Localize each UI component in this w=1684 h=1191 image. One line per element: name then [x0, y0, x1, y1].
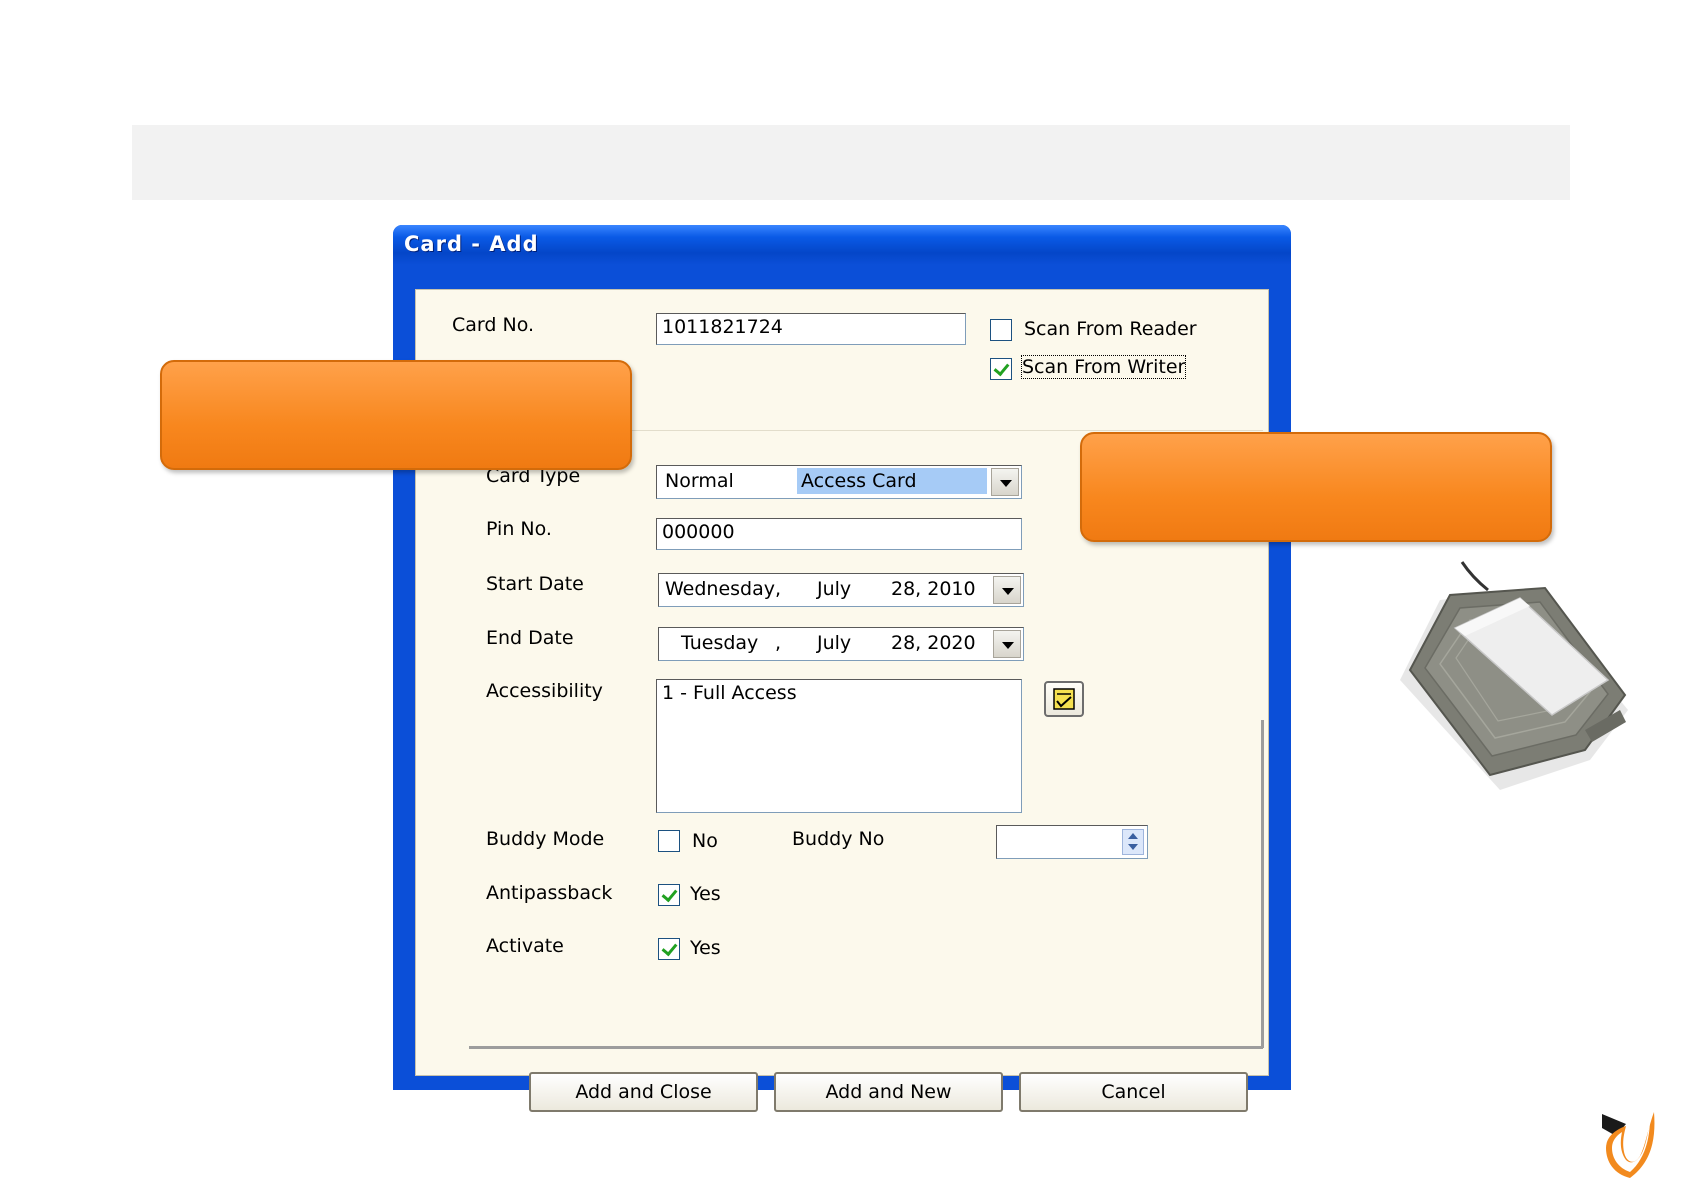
buddy-mode-value: No: [692, 830, 718, 852]
spinner-icon[interactable]: [1122, 829, 1144, 855]
scan-from-reader-label: Scan From Reader: [1024, 318, 1197, 340]
card-add-dialog: Card - Add Card No. 1011821724 Scan From…: [393, 225, 1291, 1112]
title-bar[interactable]: Card - Add: [393, 225, 1291, 265]
end-date-date: 28, 2020: [891, 632, 976, 654]
end-date-label: End Date: [486, 627, 574, 649]
scan-from-writer-checkbox[interactable]: [990, 358, 1012, 380]
buddy-mode-label: Buddy Mode: [486, 828, 605, 850]
start-date-day: Wednesday,: [665, 578, 782, 600]
end-date-comma: ,: [775, 632, 782, 654]
card-no-input[interactable]: 1011821724: [656, 313, 966, 345]
card-no-label: Card No.: [452, 314, 535, 336]
card-reader-device: [1400, 561, 1628, 790]
scan-writer-callout: [1080, 432, 1552, 542]
start-date-label: Start Date: [486, 573, 584, 595]
activate-label: Activate: [486, 935, 564, 957]
checklist-icon: [1053, 688, 1075, 710]
buddy-mode-checkbox[interactable]: [658, 830, 680, 852]
start-date-picker[interactable]: Wednesday, July 28, 2010: [658, 573, 1024, 607]
end-date-month: July: [817, 632, 852, 654]
accessibility-list[interactable]: 1 - Full Access: [656, 679, 1022, 813]
antipassback-value: Yes: [690, 883, 721, 905]
activate-value: Yes: [690, 937, 721, 959]
add-and-close-button[interactable]: Add and Close: [529, 1072, 758, 1112]
pin-no-label: Pin No.: [486, 518, 552, 540]
antipassback-label: Antipassback: [486, 882, 613, 904]
add-and-new-button[interactable]: Add and New: [774, 1072, 1003, 1112]
accessibility-item[interactable]: 1 - Full Access: [662, 682, 797, 704]
accessibility-label: Accessibility: [486, 680, 603, 702]
select-access-button[interactable]: [1044, 681, 1084, 717]
scan-from-reader-checkbox[interactable]: [990, 319, 1012, 341]
pin-no-input[interactable]: 000000: [656, 518, 1022, 550]
group-border-right: [1261, 720, 1264, 1048]
start-date-date: 28, 2010: [891, 578, 976, 600]
spinner-up-icon[interactable]: [1128, 833, 1138, 839]
start-date-month: July: [817, 578, 852, 600]
dropdown-arrow-icon[interactable]: [991, 468, 1019, 496]
card-type-normal: Normal: [665, 470, 734, 492]
spinner-down-icon[interactable]: [1128, 844, 1138, 850]
dropdown-arrow-icon[interactable]: [993, 576, 1021, 604]
card-type-selected: Access Card: [797, 468, 987, 494]
activate-checkbox[interactable]: [658, 938, 680, 960]
end-date-day: Tuesday: [681, 632, 759, 654]
group-border-bottom: [469, 1046, 1263, 1049]
scan-from-writer-label: Scan From Writer: [1020, 355, 1187, 379]
card-type-dropdown[interactable]: Normal Access Card: [656, 465, 1022, 499]
end-date-picker[interactable]: Tuesday , July 28, 2020: [658, 627, 1024, 661]
cancel-button[interactable]: Cancel: [1019, 1072, 1248, 1112]
brand-logo-icon: [1602, 1112, 1655, 1178]
window-title: Card - Add: [404, 232, 539, 256]
card-no-callout: [160, 360, 632, 470]
buddy-no-label: Buddy No: [792, 828, 885, 850]
dropdown-arrow-icon[interactable]: [993, 630, 1021, 658]
antipassback-checkbox[interactable]: [658, 884, 680, 906]
